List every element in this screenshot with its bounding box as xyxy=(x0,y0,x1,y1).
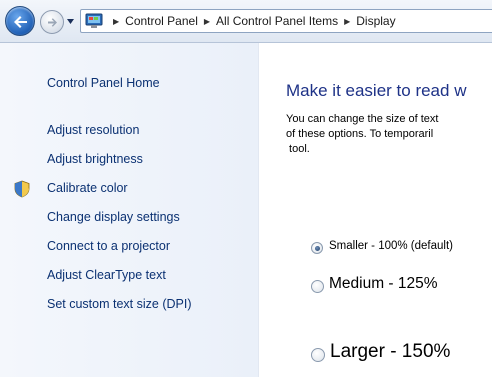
address-toolbar: ▶ Control Panel ▶ All Control Panel Items ▶ D… xyxy=(0,0,492,43)
smaller-label: Smaller - 100% (default) xyxy=(329,240,453,252)
task-label: Adjust ClearType text xyxy=(47,268,166,282)
breadcrumb-separator-icon[interactable]: ▶ xyxy=(113,11,119,33)
breadcrumb-all-items[interactable]: All Control Panel Items xyxy=(216,14,338,28)
task-label: Set custom text size (DPI) xyxy=(47,297,192,311)
back-arrow-icon xyxy=(14,16,27,28)
task-pane: Control Panel Home Adjust resolution Adj… xyxy=(0,43,259,377)
breadcrumb-separator-icon[interactable]: ▶ xyxy=(344,11,350,33)
task-label: Connect to a projector xyxy=(47,239,170,253)
task-adjust-brightness[interactable]: Adjust brightness xyxy=(0,145,258,174)
task-calibrate-color[interactable]: Calibrate color xyxy=(0,174,258,203)
description-line: tool. xyxy=(286,143,310,155)
breadcrumb-separator-icon[interactable]: ▶ xyxy=(204,11,210,33)
larger-label: Larger - 150% xyxy=(330,341,451,362)
address-bar[interactable]: ▶ Control Panel ▶ All Control Panel Items ▶ D… xyxy=(80,9,492,33)
task-change-display-settings[interactable]: Change display settings xyxy=(0,203,258,232)
task-label: Adjust resolution xyxy=(47,123,140,137)
task-adjust-resolution[interactable]: Adjust resolution xyxy=(0,116,258,145)
breadcrumb-control-panel[interactable]: Control Panel xyxy=(125,14,198,28)
control-panel-home-link[interactable]: Control Panel Home xyxy=(47,76,160,90)
forward-arrow-icon xyxy=(48,18,57,27)
medium-radio[interactable] xyxy=(311,280,324,293)
task-adjust-cleartype[interactable]: Adjust ClearType text xyxy=(0,261,258,290)
smaller-radio[interactable] xyxy=(311,242,323,254)
radio-selected-dot xyxy=(314,245,320,251)
back-button[interactable] xyxy=(5,6,35,36)
forward-button[interactable] xyxy=(40,10,64,34)
control-panel-icon xyxy=(85,13,103,28)
medium-label: Medium - 125% xyxy=(329,275,438,292)
breadcrumb-display[interactable]: Display xyxy=(356,14,395,28)
task-label: Change display settings xyxy=(47,210,180,224)
breadcrumb: ▶ Control Panel ▶ All Control Panel Items ▶ D… xyxy=(107,10,396,32)
main-content: Make it easier to read w You can change … xyxy=(259,43,492,377)
description-line: You can change the size of text xyxy=(286,113,439,125)
task-label: Adjust brightness xyxy=(47,152,143,166)
description-line: of these options. To temporaril xyxy=(286,128,434,140)
description: You can change the size of text of these… xyxy=(286,112,492,157)
task-connect-projector[interactable]: Connect to a projector xyxy=(0,232,258,261)
task-list: Adjust resolution Adjust brightness Cali… xyxy=(0,116,258,319)
shield-icon xyxy=(14,180,30,198)
task-label: Calibrate color xyxy=(47,181,128,195)
recent-pages-dropdown-icon[interactable] xyxy=(66,17,75,26)
larger-radio[interactable] xyxy=(311,348,325,362)
page-title: Make it easier to read w xyxy=(286,81,467,100)
task-custom-text-size[interactable]: Set custom text size (DPI) xyxy=(0,290,258,319)
